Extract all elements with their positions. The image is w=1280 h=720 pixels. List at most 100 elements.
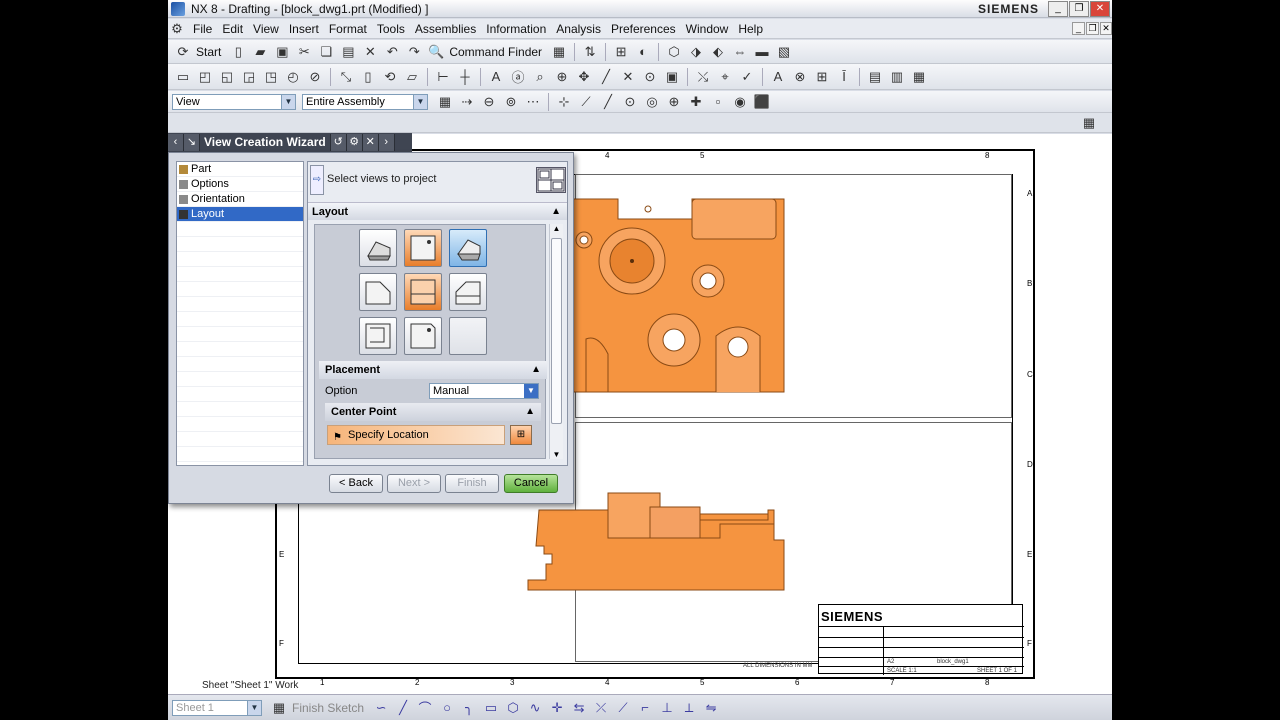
step-options[interactable]: Options [177, 177, 303, 192]
constraint-icon[interactable]: ⊥ [658, 699, 676, 717]
menu-insert[interactable]: Insert [284, 22, 324, 36]
auto-constrain-icon[interactable]: ⟂ [680, 699, 698, 717]
spline-icon[interactable]: ∿ [526, 699, 544, 717]
menu-format[interactable]: Format [324, 22, 372, 36]
close-icon[interactable]: ✕ [362, 134, 379, 151]
projected-view-icon[interactable]: ◲ [240, 68, 258, 86]
nx-menu-icon[interactable]: ⚙ [170, 20, 184, 38]
note-icon[interactable]: A [487, 68, 505, 86]
cancel-button[interactable]: Cancel [504, 474, 558, 493]
line-snap-icon[interactable]: ╱ [599, 93, 617, 111]
constraints-icon[interactable]: ⬗ [687, 43, 705, 61]
trimetric-view-button[interactable] [359, 229, 397, 267]
scroll-thumb[interactable] [551, 238, 562, 424]
point-on-curve-icon[interactable]: ◉ [731, 93, 749, 111]
table-icon[interactable]: ⊞ [813, 68, 831, 86]
part-front-view[interactable] [524, 490, 788, 594]
menu-file[interactable]: File [188, 22, 217, 36]
top-view-button[interactable] [404, 229, 442, 267]
point-icon[interactable]: ✛ [548, 699, 566, 717]
control-point-icon[interactable]: ⊙ [621, 93, 639, 111]
menu-help[interactable]: Help [733, 22, 768, 36]
text-style-icon[interactable]: A [769, 68, 787, 86]
bottom-left-view-button[interactable] [359, 317, 397, 355]
surface-finish-icon[interactable]: ✓ [738, 68, 756, 86]
id-symbol-icon[interactable]: Ī [835, 68, 853, 86]
new-file-icon[interactable]: ▯ [229, 43, 247, 61]
open-folder-icon[interactable]: ▰ [251, 43, 269, 61]
assembly-navigator-icon[interactable]: ⬡ [665, 43, 683, 61]
follow-icon[interactable]: ⇢ [458, 93, 476, 111]
layout-section-header[interactable]: Layout ▲ [308, 202, 567, 220]
paste-icon[interactable]: ▤ [339, 43, 357, 61]
panel-scrollbar[interactable]: ▲ ▼ [549, 224, 563, 459]
start-button[interactable]: Start [196, 45, 221, 59]
finish-sketch-button[interactable]: Finish Sketch [292, 701, 364, 715]
back-button[interactable]: < Back [329, 474, 383, 493]
redo-icon[interactable]: ↷ [405, 43, 423, 61]
filter-icon[interactable]: ▦ [436, 93, 454, 111]
layout-grid-icon[interactable] [536, 167, 566, 193]
menu-information[interactable]: Information [481, 22, 551, 36]
new-sheet-icon[interactable]: ▭ [174, 68, 192, 86]
hole-table-icon[interactable]: ▦ [910, 68, 928, 86]
placement-section-header[interactable]: Placement ▲ [319, 361, 547, 379]
parts-icon[interactable]: ⬖ [709, 43, 727, 61]
command-finder-icon[interactable]: 🔍 [427, 43, 445, 61]
tabular-note-icon[interactable]: ▥ [888, 68, 906, 86]
parts-list-icon[interactable]: ▤ [866, 68, 884, 86]
rectangle-icon[interactable]: ▭ [482, 699, 500, 717]
trim-icon[interactable]: ⤫ [592, 699, 610, 717]
isometric-view-button[interactable] [449, 229, 487, 267]
zoom-in-icon[interactable]: ⊕ [553, 68, 571, 86]
mdi-close-button[interactable]: ✕ [1100, 22, 1112, 35]
menu-edit[interactable]: Edit [217, 22, 248, 36]
zoom-icon[interactable]: ⌕ [531, 68, 549, 86]
select-views-arrow-icon[interactable]: ⇨ [310, 165, 324, 195]
midpoint-icon[interactable]: ⟋ [577, 93, 595, 111]
front-view-button[interactable] [404, 273, 442, 311]
selection-scope-combo[interactable]: Entire Assembly ▼ [302, 93, 428, 110]
view-creation-icon[interactable]: ◱ [218, 68, 236, 86]
section-view-icon[interactable]: ◳ [262, 68, 280, 86]
dimension-icon[interactable]: ⊢ [434, 68, 452, 86]
line-tool-icon[interactable]: ╱ [394, 699, 412, 717]
gdt-icon[interactable]: ⌖ [716, 68, 734, 86]
finish-sketch-icon[interactable]: ▦ [270, 699, 288, 717]
selection-icon[interactable]: ⇅ [581, 43, 599, 61]
minimize-button[interactable]: _ [1048, 1, 1068, 17]
type-filter-combo[interactable]: View ▼ [172, 93, 296, 110]
pin-icon[interactable]: ↘ [184, 134, 200, 151]
mdi-restore-button[interactable]: ❐ [1086, 22, 1099, 35]
undo-icon[interactable]: ↶ [383, 43, 401, 61]
image-icon[interactable]: ▣ [663, 68, 681, 86]
right-view-button[interactable] [449, 273, 487, 311]
part-top-view[interactable] [568, 194, 788, 394]
snap-icon[interactable]: ⊞ [612, 43, 630, 61]
window-list-icon[interactable]: ▦ [550, 43, 568, 61]
mdi-minimize-button[interactable]: _ [1072, 22, 1085, 35]
start-icon[interactable]: ⟳ [174, 43, 192, 61]
collapse-right-icon[interactable]: › [378, 134, 395, 151]
extend-icon[interactable]: ⟋ [614, 699, 632, 717]
break-view-icon[interactable]: ⊘ [306, 68, 324, 86]
profile-icon[interactable]: ∽ [372, 699, 390, 717]
finish-button[interactable]: Finish [445, 474, 499, 493]
select-all-icon[interactable]: ⊚ [502, 93, 520, 111]
mirror-icon[interactable]: ⇋ [702, 699, 720, 717]
close-button[interactable]: ✕ [1090, 1, 1110, 17]
resource-bar-icon[interactable]: ▦ [1080, 114, 1098, 132]
cut-icon[interactable]: ✂ [295, 43, 313, 61]
base-view-icon[interactable]: ◰ [196, 68, 214, 86]
view-boundary-icon[interactable]: ▯ [359, 68, 377, 86]
next-button[interactable]: Next > [387, 474, 441, 493]
endpoint-icon[interactable]: ⊹ [555, 93, 573, 111]
center-point-section-header[interactable]: Center Point ▲ [325, 403, 541, 421]
copy-icon[interactable]: ❏ [317, 43, 335, 61]
rear-view-button[interactable] [404, 317, 442, 355]
menu-tools[interactable]: Tools [372, 22, 410, 36]
delete-icon[interactable]: ✕ [361, 43, 379, 61]
save-icon[interactable]: ▣ [273, 43, 291, 61]
restore-button[interactable]: ❐ [1069, 1, 1089, 17]
reset-icon[interactable]: ↺ [330, 134, 347, 151]
